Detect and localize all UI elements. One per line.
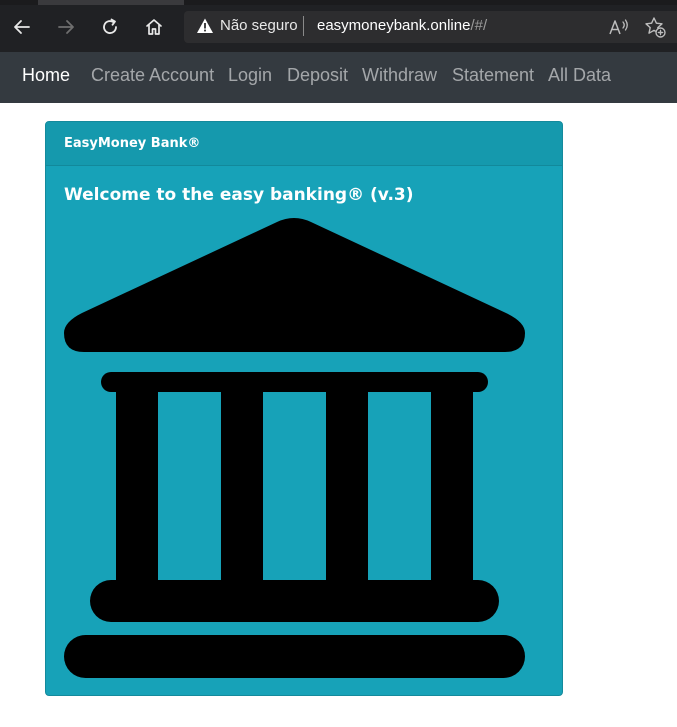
bank-building-icon [64,218,525,678]
address-divider [303,16,304,36]
nav-deposit[interactable]: Deposit [287,64,348,86]
security-status[interactable]: Não seguro [220,17,298,35]
warning-icon[interactable] [196,17,214,35]
url-host: easymoneybank.online [317,17,471,34]
url-text[interactable]: easymoneybank.online/#/ [317,17,487,35]
nav-create-account[interactable]: Create Account [91,64,214,86]
welcome-card: EasyMoney Bank® Welcome to the easy bank… [45,121,563,696]
browser-tab[interactable] [38,0,184,5]
nav-all-data[interactable]: All Data [548,64,611,86]
nav-statement[interactable]: Statement [452,64,534,86]
nav-login[interactable]: Login [228,64,272,86]
home-icon[interactable] [141,14,167,40]
forward-icon[interactable] [53,14,79,40]
back-icon[interactable] [9,14,35,40]
read-aloud-icon[interactable] [608,17,630,37]
add-favorite-icon[interactable] [644,16,666,38]
nav-home[interactable]: Home [22,64,70,86]
nav-withdraw[interactable]: Withdraw [362,64,437,86]
refresh-icon[interactable] [97,14,123,40]
url-path: /#/ [470,17,488,34]
